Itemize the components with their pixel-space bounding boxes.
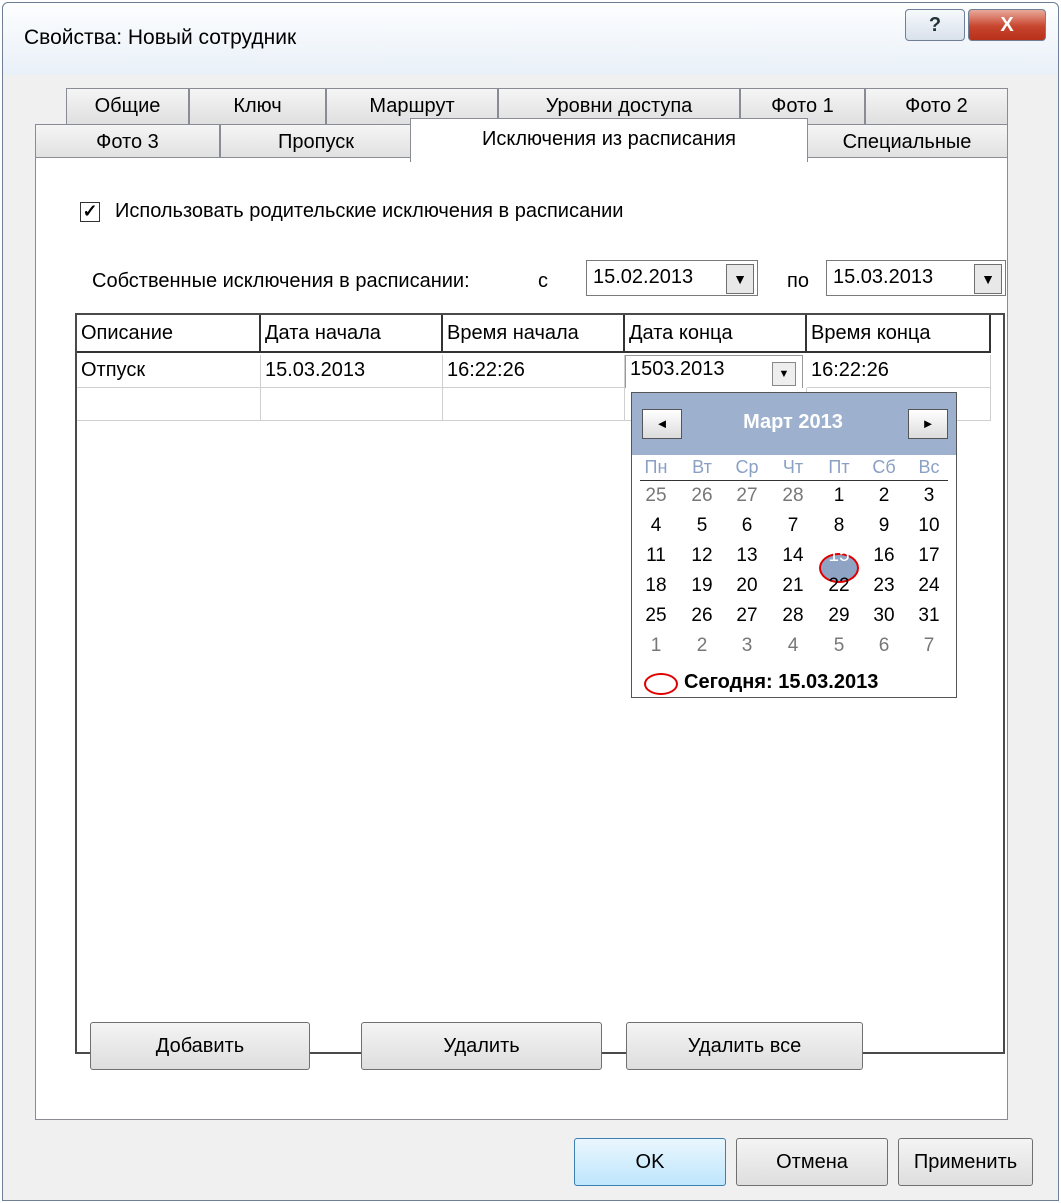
delete-all-button[interactable]: Удалить все — [626, 1022, 863, 1070]
calendar-day[interactable]: 10 — [914, 515, 944, 537]
calendar-day[interactable]: 6 — [732, 515, 762, 537]
calendar-day[interactable]: 22 — [824, 575, 854, 597]
column-header-start-time[interactable]: Время начала — [443, 315, 625, 353]
tab-special[interactable]: Специальные — [806, 124, 1008, 160]
calendar-day[interactable]: 7 — [778, 515, 808, 537]
calendar-day[interactable]: 23 — [869, 575, 899, 597]
calendar-day[interactable]: 25 — [641, 605, 671, 627]
column-header-end-date[interactable]: Дата конца — [625, 315, 807, 353]
calendar-day[interactable]: 13 — [732, 545, 762, 567]
tab-photo-2[interactable]: Фото 2 — [865, 88, 1008, 124]
today-marker-icon — [644, 673, 678, 695]
to-date-value: 15.03.2013 — [833, 266, 934, 288]
end-date-editor-value[interactable]: 1503.2013 — [630, 358, 725, 381]
calendar-day[interactable]: 2 — [869, 485, 899, 507]
next-month-button[interactable]: ► — [908, 409, 948, 439]
calendar-day[interactable]: 27 — [732, 605, 762, 627]
calendar-day[interactable]: 12 — [687, 545, 717, 567]
calendar-day[interactable]: 30 — [869, 605, 899, 627]
close-button[interactable]: X — [968, 9, 1046, 41]
use-parent-exceptions-checkbox[interactable]: ✓ — [80, 202, 100, 222]
calendar-month-label[interactable]: Март 2013 — [728, 411, 858, 434]
from-date-picker[interactable]: 15.02.2013 ▼ — [586, 260, 758, 296]
column-header-description[interactable]: Описание — [77, 315, 261, 353]
calendar-day[interactable]: 14 — [778, 545, 808, 567]
calendar-popup[interactable]: ◄ Март 2013 ► Пн Вт Ср Чт Пт Сб Вс 25 26 27 28 1 2 3… — [631, 392, 957, 698]
calendar-day[interactable]: 9 — [869, 515, 899, 537]
cell-start-date[interactable]: 15.03.2013 — [261, 355, 443, 388]
calendar-day[interactable]: 6 — [869, 635, 899, 657]
delete-button[interactable]: Удалить — [361, 1022, 602, 1070]
from-label: с — [538, 270, 548, 292]
empty-cell[interactable] — [77, 388, 261, 421]
column-header-start-date[interactable]: Дата начала — [261, 315, 443, 353]
calendar-day[interactable]: 27 — [732, 485, 762, 507]
calendar-day[interactable]: 24 — [914, 575, 944, 597]
calendar-day[interactable]: 21 — [778, 575, 808, 597]
window-title: Свойства: Новый сотрудник — [24, 26, 297, 49]
end-date-editor[interactable]: 1503.2013 ▼ — [625, 355, 803, 390]
tab-key[interactable]: Ключ — [189, 88, 326, 124]
to-date-picker[interactable]: 15.03.2013 ▼ — [826, 260, 1006, 296]
prev-month-button[interactable]: ◄ — [642, 409, 682, 439]
calendar-day[interactable]: 26 — [687, 485, 717, 507]
calendar-day[interactable]: 2 — [687, 635, 717, 657]
apply-button[interactable]: Применить — [898, 1138, 1033, 1186]
calendar-day[interactable]: 11 — [641, 545, 671, 567]
cell-description[interactable]: Отпуск — [77, 355, 261, 388]
calendar-day[interactable]: 3 — [732, 635, 762, 657]
calendar-day[interactable]: 28 — [778, 485, 808, 507]
empty-cell[interactable] — [261, 388, 443, 421]
ok-button[interactable]: OK — [574, 1138, 726, 1186]
calendar-day[interactable]: 19 — [687, 575, 717, 597]
tab-general[interactable]: Общие — [66, 88, 189, 124]
weekday-label: Пт — [828, 457, 850, 477]
calendar-day[interactable]: 17 — [914, 545, 944, 567]
calendar-day[interactable]: 25 — [641, 485, 671, 507]
from-date-value: 15.02.2013 — [593, 266, 694, 288]
calendar-day[interactable]: 1 — [641, 635, 671, 657]
chevron-down-icon[interactable]: ▼ — [772, 362, 796, 386]
empty-cell[interactable] — [443, 388, 625, 421]
add-button[interactable]: Добавить — [90, 1022, 310, 1070]
calendar-day[interactable]: 18 — [641, 575, 671, 597]
weekday-label: Вт — [692, 457, 712, 477]
calendar-day[interactable]: 26 — [687, 605, 717, 627]
calendar-day[interactable]: 28 — [778, 605, 808, 627]
calendar-day[interactable]: 16 — [869, 545, 899, 567]
calendar-day[interactable]: 15 — [824, 545, 854, 567]
column-header-end-time[interactable]: Время конца — [807, 315, 991, 353]
calendar-day[interactable]: 5 — [687, 515, 717, 537]
calendar-day[interactable]: 3 — [914, 485, 944, 507]
calendar-day[interactable]: 20 — [732, 575, 762, 597]
help-button[interactable]: ? — [905, 9, 965, 41]
calendar-day[interactable]: 29 — [824, 605, 854, 627]
calendar-day[interactable]: 31 — [914, 605, 944, 627]
cell-start-time[interactable]: 16:22:26 — [443, 355, 625, 388]
calendar-day[interactable]: 7 — [914, 635, 944, 657]
weekday-divider — [640, 480, 948, 481]
weekday-label: Чт — [782, 457, 804, 477]
weekday-label: Пн — [644, 457, 668, 477]
use-parent-exceptions-label[interactable]: Использовать родительские исключения в р… — [115, 200, 623, 223]
calendar-day[interactable]: 4 — [641, 515, 671, 537]
tab-pass[interactable]: Пропуск — [220, 124, 412, 160]
calendar-day[interactable]: 5 — [824, 635, 854, 657]
cell-end-time[interactable]: 16:22:26 — [807, 355, 991, 388]
weekday-label: Вс — [918, 457, 940, 477]
own-exceptions-label: Собственные исключения в расписании: — [92, 270, 470, 292]
weekday-label: Ср — [735, 457, 759, 477]
tab-photo-3[interactable]: Фото 3 — [35, 124, 220, 160]
tab-schedule-exceptions[interactable]: Исключения из расписания — [410, 118, 808, 162]
chevron-down-icon[interactable]: ▼ — [974, 264, 1002, 294]
calendar-day[interactable]: 4 — [778, 635, 808, 657]
cancel-button[interactable]: Отмена — [736, 1138, 888, 1186]
weekday-label: Сб — [872, 457, 896, 477]
calendar-day[interactable]: 1 — [824, 485, 854, 507]
chevron-down-icon[interactable]: ▼ — [726, 264, 754, 294]
to-label: по — [787, 270, 809, 292]
calendar-day[interactable]: 8 — [824, 515, 854, 537]
today-link[interactable]: Сегодня: 15.03.2013 — [684, 671, 878, 694]
